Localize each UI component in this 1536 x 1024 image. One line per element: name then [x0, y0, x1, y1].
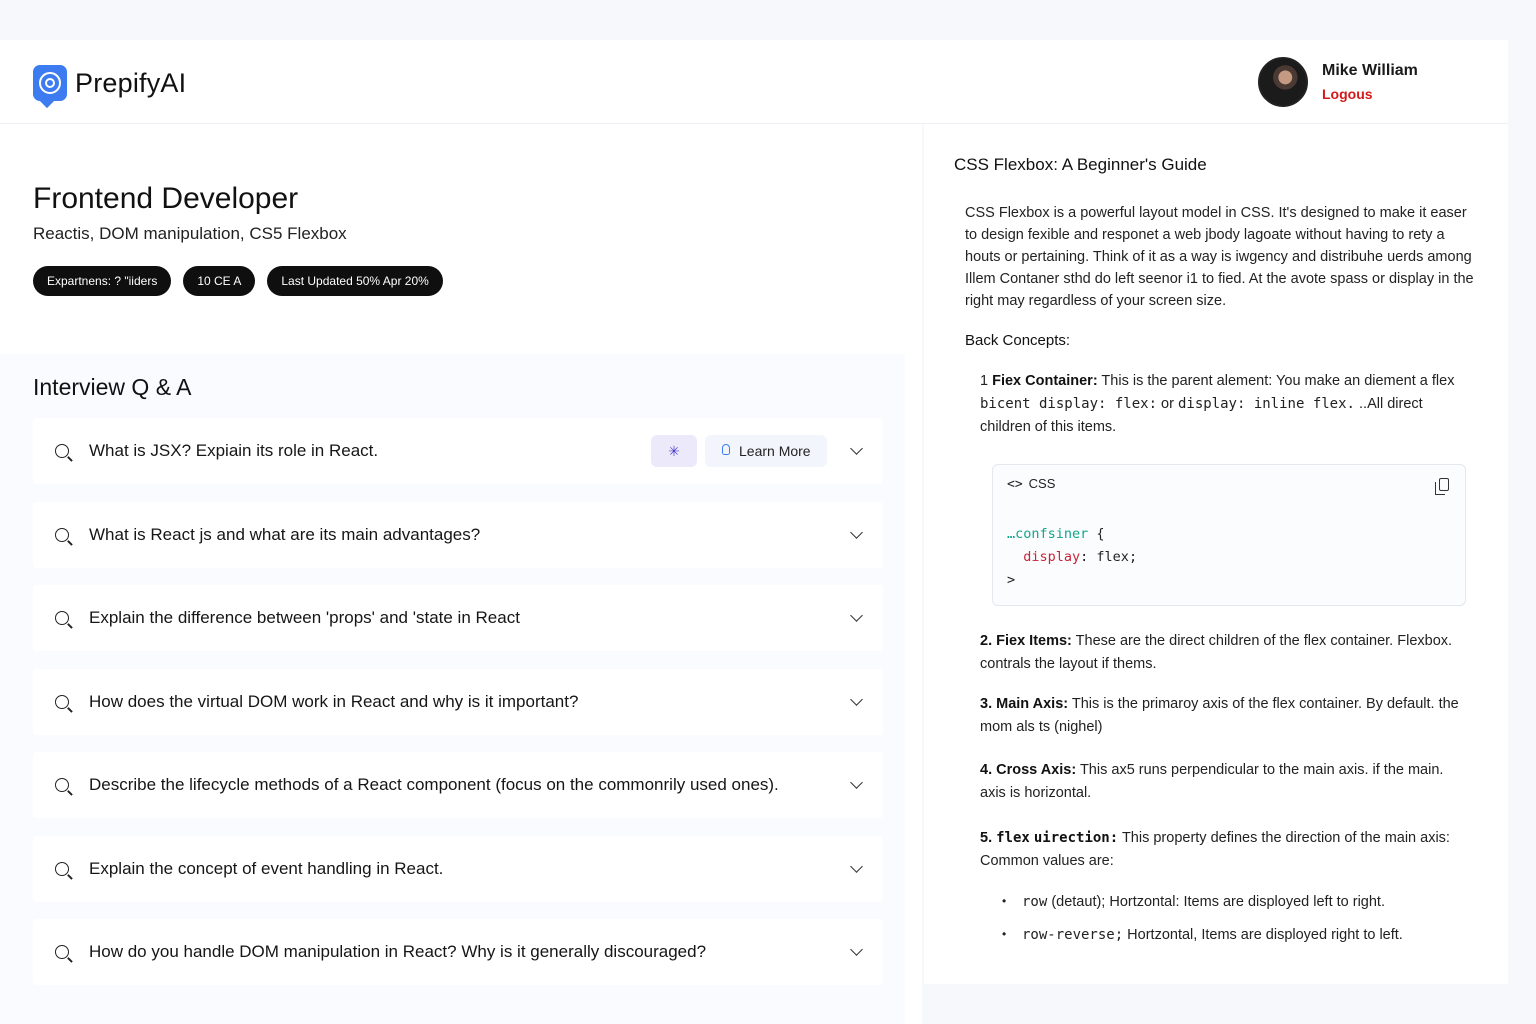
chevron-down-icon[interactable]: [850, 609, 863, 622]
chevron-down-icon[interactable]: [850, 943, 863, 956]
article-intro: CSS Flexbox is a powerful layout model i…: [965, 205, 1474, 309]
avatar[interactable]: [1258, 57, 1308, 107]
user-menu: Mike William Logous: [1258, 57, 1418, 107]
code-selector: …confsiner: [1007, 526, 1089, 542]
code-block: <> CSS …confsiner { display: flex; >: [992, 464, 1466, 606]
question-text: Describe the lifecycle methods of a Reac…: [89, 775, 779, 794]
code-text: : flex;: [1080, 549, 1138, 565]
inline-code: display: inline flex.: [1177, 396, 1355, 412]
question-text: How does the virtual DOM work in React a…: [89, 691, 579, 711]
code-content: …confsiner { display: flex; >: [1007, 523, 1137, 592]
qa-title: Interview Q & A: [33, 374, 192, 400]
qa-item[interactable]: What is React js and what are its main a…: [33, 501, 883, 568]
question-text: What is React js and what are its main a…: [89, 524, 481, 544]
job-meta-badges: Expartnens: ? "iiders 10 CE A Last Updat…: [33, 266, 443, 296]
inline-code: bicent: [980, 396, 1031, 412]
search-icon: [55, 778, 69, 792]
experience-badge: Expartnens: ? "iiders: [33, 266, 172, 296]
qa-item[interactable]: How do you handle DOM manipulation in Re…: [33, 919, 883, 985]
ai-assist-button[interactable]: ✳: [651, 435, 697, 467]
copy-icon[interactable]: [1435, 478, 1449, 495]
item-label: Fiex Items:: [996, 633, 1072, 649]
search-icon: [55, 694, 69, 709]
code-property: display: [1023, 549, 1081, 565]
left-panel: Frontend Developer Reactis, DOM manipula…: [0, 124, 922, 1024]
search-icon: [55, 945, 69, 959]
lightbulb-icon: [722, 444, 730, 455]
inline-code: row-reverse;: [1022, 927, 1124, 943]
chevron-down-icon[interactable]: [850, 776, 863, 789]
qa-item[interactable]: Explain the difference between 'props' a…: [33, 585, 883, 651]
item-text: This is the parent alement: You make an …: [1097, 373, 1455, 389]
item-text: (detaut); Hortzontal: Items are disploye…: [1047, 894, 1385, 910]
updated-badge: Last Updated 50% Apr 20%: [267, 266, 443, 296]
learn-more-button[interactable]: Learn More: [705, 435, 827, 467]
search-icon: [55, 611, 69, 625]
list-item: row-reverse; Hortzontal, Items are displ…: [1002, 927, 1472, 960]
qa-item[interactable]: Describe the lifecycle methods of a Reac…: [33, 752, 883, 818]
logo-icon: [33, 65, 67, 101]
code-icon: <>: [1007, 477, 1023, 492]
item-number: 3.: [980, 696, 993, 712]
chevron-down-icon[interactable]: [850, 692, 863, 706]
question-text: Explain the concept of event handling in…: [89, 858, 444, 878]
item-text: or: [1157, 396, 1178, 412]
item-number: 5.: [980, 830, 993, 846]
qa-list: What is JSX? Expiain its role in React. …: [33, 418, 883, 1003]
item-number: 1: [980, 373, 989, 389]
item-number: 2.: [980, 633, 993, 649]
concept-item: 5. flex uirection: This property defines…: [980, 827, 1460, 873]
article-title: CSS Flexbox: A Beginner's Guide: [954, 155, 1207, 174]
concept-item: 2. Fiex Items: These are the direct chil…: [980, 630, 1460, 676]
section-heading: Back Concepts:: [965, 332, 1071, 349]
app-header: PrepifyAI Mike William Logous: [0, 40, 1508, 124]
qa-item[interactable]: Explain the concept of event handling in…: [33, 835, 883, 902]
chevron-down-icon[interactable]: [850, 525, 863, 539]
list-item: row (detaut); Hortzontal: Items are disp…: [1002, 894, 1472, 927]
page-title: Frontend Developer: [33, 182, 299, 215]
code-text: {: [1088, 526, 1105, 542]
user-name: Mike William: [1322, 62, 1418, 79]
inline-code: row: [1022, 894, 1048, 910]
item-label: Cross Axis:: [996, 762, 1077, 778]
values-list: row (detaut); Hortzontal: Items are disp…: [1002, 894, 1472, 960]
inline-code: uirection:: [1033, 830, 1119, 846]
brand-name: PrepifyAI: [75, 67, 187, 98]
qa-section: Interview Q & A What is JSX? Expiain its…: [0, 354, 905, 1024]
inline-code: flex: [996, 830, 1030, 846]
item-label: Main Axis:: [996, 696, 1069, 712]
article-panel: CSS Flexbox: A Beginner's Guide CSS Flex…: [924, 124, 1508, 984]
concept-item: 4. Cross Axis: This ax5 runs perpendicul…: [980, 759, 1460, 805]
search-icon: [55, 527, 69, 542]
question-text: What is JSX? Expiain its role in React.: [89, 441, 379, 460]
item-label: Fiex Container:: [992, 373, 1098, 389]
code-header: <> CSS: [1007, 476, 1055, 492]
level-badge: 10 CE A: [183, 266, 256, 296]
item-number: 4.: [980, 762, 993, 778]
search-icon: [55, 861, 69, 876]
page-subtitle: Reactis, DOM manipulation, CS5 Flexbox: [33, 224, 347, 243]
question-text: How do you handle DOM manipulation in Re…: [89, 942, 707, 961]
chevron-down-icon[interactable]: [850, 442, 863, 455]
brand-logo[interactable]: PrepifyAI: [33, 65, 186, 101]
code-language: CSS: [1028, 476, 1056, 491]
inline-code: display: flex:: [1030, 396, 1158, 412]
learn-more-label: Learn More: [739, 443, 811, 459]
qa-item[interactable]: How does the virtual DOM work in React a…: [33, 668, 883, 735]
chevron-down-icon[interactable]: [850, 859, 863, 873]
concept-item: 1 Fiex Container: This is the parent ale…: [980, 370, 1460, 439]
logout-link[interactable]: Logous: [1322, 86, 1418, 102]
question-text: Explain the difference between 'props' a…: [89, 608, 520, 627]
qa-item[interactable]: What is JSX? Expiain its role in React. …: [33, 418, 883, 484]
concept-item: 3. Main Axis: This is the primaroy axis …: [980, 693, 1460, 739]
search-icon: [55, 444, 69, 458]
item-text: Hortzontal, Items are disployed right to…: [1123, 927, 1403, 943]
code-text: >: [1007, 572, 1016, 588]
